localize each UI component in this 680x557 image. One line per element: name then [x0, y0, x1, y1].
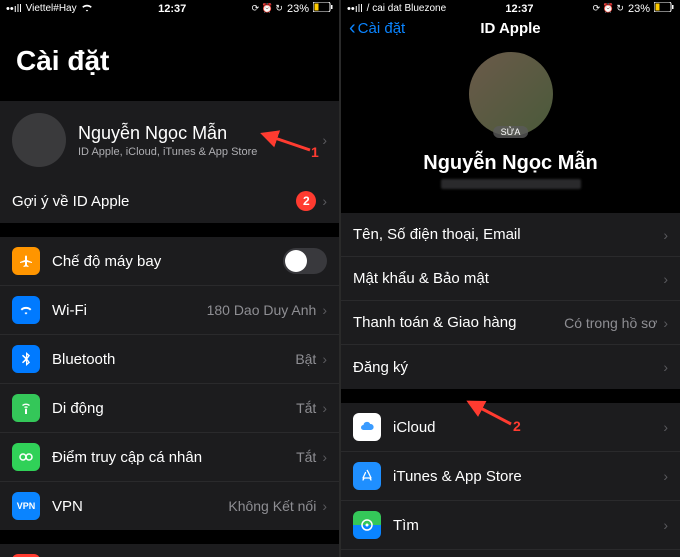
chevron-right-icon: › — [663, 359, 668, 375]
vpn-row[interactable]: VPN VPN Không Kết nối › — [0, 482, 339, 530]
wifi-icon — [12, 296, 40, 324]
wifi-icon — [81, 3, 93, 15]
chevron-right-icon: › — [663, 315, 668, 331]
apple-id-suggestion-row[interactable]: Gợi ý về ID Apple 2 › — [0, 179, 339, 223]
findmy-label: Tìm — [393, 517, 663, 534]
hotspot-label: Điểm truy cập cá nhân — [52, 449, 296, 466]
icloud-label: iCloud — [393, 419, 663, 436]
phone-right: ••ıll / cai dat Bluezone 12:37 ⟳ ⏰ ↻ 23%… — [341, 0, 680, 557]
profile-name: Nguyễn Ngọc Mẫn — [78, 123, 322, 144]
hotspot-value: Tắt — [296, 449, 316, 465]
appstore-icon — [353, 462, 381, 490]
itunes-label: iTunes & App Store — [393, 468, 663, 485]
family-sharing-row[interactable]: Thiết lập chia sẻ trong gia đình › — [341, 550, 680, 557]
itunes-row[interactable]: iTunes & App Store › — [341, 452, 680, 501]
page-title: Cài đặt — [0, 17, 339, 87]
chevron-right-icon: › — [322, 449, 327, 465]
vpn-value: Không Kết nối — [228, 498, 316, 514]
password-label: Mật khẩu & Bảo mật — [353, 270, 663, 287]
findmy-row[interactable]: Tìm › — [341, 501, 680, 550]
findmy-icon — [353, 511, 381, 539]
payment-label: Thanh toán & Giao hàng — [353, 314, 564, 331]
chevron-right-icon: › — [322, 302, 327, 318]
carrier-text: Viettel#Hay — [26, 3, 77, 14]
icloud-icon — [353, 413, 381, 441]
status-time: 12:37 — [158, 3, 186, 15]
profile-email-blurred — [441, 179, 581, 189]
airplane-mode-row[interactable]: Chế độ máy bay — [0, 237, 339, 286]
battery-text: 23% — [287, 3, 309, 15]
status-bar: ••ıll Viettel#Hay 12:37 ⟳ ⏰ ↻ 23% — [0, 0, 339, 17]
hotspot-row[interactable]: Điểm truy cập cá nhân Tắt › — [0, 433, 339, 482]
nav-bar: ‹ Cài đặt ID Apple — [341, 17, 680, 40]
contact-label: Tên, Số điện thoại, Email — [353, 226, 663, 243]
signal-icon: ••ıll — [347, 3, 363, 15]
apple-id-profile-row[interactable]: Nguyễn Ngọc Mẫn ID Apple, iCloud, iTunes… — [0, 101, 339, 179]
wifi-row[interactable]: Wi-Fi 180 Dao Duy Anh › — [0, 286, 339, 335]
bluetooth-row[interactable]: Bluetooth Bật › — [0, 335, 339, 384]
chevron-right-icon: › — [322, 400, 327, 416]
payment-row[interactable]: Thanh toán & Giao hàng Có trong hồ sơ › — [341, 301, 680, 345]
signal-icon: ••ıll — [6, 3, 22, 15]
bluetooth-value: Bật — [295, 351, 316, 367]
cellular-row[interactable]: Di động Tắt › — [0, 384, 339, 433]
battery-icon — [313, 2, 333, 15]
airplane-toggle[interactable] — [283, 248, 327, 274]
back-button[interactable]: ‹ Cài đặt — [349, 17, 405, 40]
vpn-label: VPN — [52, 498, 228, 515]
bluetooth-label: Bluetooth — [52, 351, 295, 368]
carrier-text: / cai dat Bluezone — [367, 3, 447, 14]
cellular-icon — [12, 394, 40, 422]
chevron-right-icon: › — [663, 419, 668, 435]
status-right-icons: ⟳ ⏰ ↻ — [252, 3, 283, 14]
status-right-icons: ⟳ ⏰ ↻ — [593, 3, 624, 14]
profile-header: SỬA Nguyễn Ngọc Mẫn — [341, 40, 680, 205]
password-row[interactable]: Mật khẩu & Bảo mật › — [341, 257, 680, 301]
suggestion-label: Gợi ý về ID Apple — [12, 193, 296, 210]
contact-row[interactable]: Tên, Số điện thoại, Email › — [341, 213, 680, 257]
chevron-right-icon: › — [663, 468, 668, 484]
chevron-left-icon: ‹ — [349, 17, 356, 40]
back-label: Cài đặt — [358, 20, 406, 37]
chevron-right-icon: › — [322, 498, 327, 514]
chevron-right-icon: › — [663, 227, 668, 243]
hotspot-icon — [12, 443, 40, 471]
status-bar: ••ıll / cai dat Bluezone 12:37 ⟳ ⏰ ↻ 23% — [341, 0, 680, 17]
phone-left: ••ıll Viettel#Hay 12:37 ⟳ ⏰ ↻ 23% Cài đặ… — [0, 0, 339, 557]
avatar[interactable]: SỬA — [469, 52, 553, 136]
profile-name: Nguyễn Ngọc Mẫn — [423, 152, 597, 175]
cellular-value: Tắt — [296, 400, 316, 416]
chevron-right-icon: › — [663, 271, 668, 287]
cellular-label: Di động — [52, 400, 296, 417]
chevron-right-icon: › — [322, 193, 327, 209]
vpn-icon: VPN — [12, 492, 40, 520]
bluetooth-icon — [12, 345, 40, 373]
subscribe-row[interactable]: Đăng ký › — [341, 345, 680, 389]
wifi-label: Wi-Fi — [52, 302, 207, 319]
subscribe-label: Đăng ký — [353, 359, 663, 376]
notifications-row[interactable]: Thông báo › — [0, 544, 339, 557]
wifi-value: 180 Dao Duy Anh — [207, 302, 317, 318]
battery-text: 23% — [628, 3, 650, 15]
avatar — [12, 113, 66, 167]
chevron-right-icon: › — [322, 351, 327, 367]
chevron-right-icon: › — [663, 517, 668, 533]
profile-sub: ID Apple, iCloud, iTunes & App Store — [78, 146, 322, 158]
status-time: 12:37 — [505, 3, 533, 15]
airplane-label: Chế độ máy bay — [52, 253, 283, 270]
battery-icon — [654, 2, 674, 15]
chevron-right-icon: › — [322, 132, 327, 148]
notification-badge: 2 — [296, 191, 316, 211]
icloud-row[interactable]: iCloud › — [341, 403, 680, 452]
edit-avatar-pill[interactable]: SỬA — [493, 126, 529, 138]
airplane-icon — [12, 247, 40, 275]
payment-value: Có trong hồ sơ — [564, 315, 657, 331]
